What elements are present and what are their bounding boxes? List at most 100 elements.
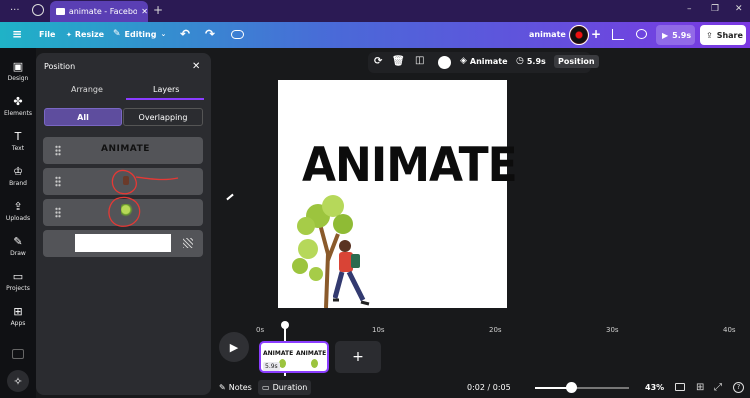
comment-icon[interactable] [636,29,647,39]
play-icon: ▶ [662,30,669,40]
drag-handle-icon[interactable] [55,145,61,156]
sidebar-item-uploads[interactable]: ⇪ Uploads [0,200,36,222]
fullscreen-icon[interactable]: ⤢ [714,382,722,393]
playback-time: 0:02 / 0:05 [467,383,511,392]
resize-label: Resize [74,30,105,39]
help-icon[interactable]: ? [733,382,744,393]
color-swatch[interactable] [438,56,451,69]
avatar[interactable] [569,25,589,45]
sidebar-item-text[interactable]: T Text [0,130,36,152]
filter-all[interactable]: All [44,108,122,126]
position-button[interactable]: Position [554,55,599,68]
design-page[interactable]: ANIMATE [278,80,518,308]
projects-icon: ▭ [12,270,24,283]
add-page-button[interactable]: + [335,341,381,373]
zoom-percent[interactable]: 43% [645,383,664,392]
sidebar-item-projects[interactable]: ▭ Projects [0,270,36,292]
sidebar-item-label: Apps [10,320,26,327]
uploads-icon: ⇪ [13,200,23,213]
drag-handle-icon[interactable] [55,176,61,187]
redo-icon[interactable]: ↷ [205,27,215,41]
add-collaborator-icon[interactable]: + [591,27,601,41]
undo-icon[interactable]: ↶ [180,27,190,41]
tick-label: 20s [489,326,502,334]
film-icon: ▭ [262,383,270,392]
transparency-icon [183,238,193,248]
tick-label: 30s [606,326,619,334]
cloud-save-icon[interactable] [231,30,244,39]
window-menu-icon[interactable]: ··· [10,5,24,17]
share-label: Share [716,30,743,40]
resize-button[interactable]: ✦ Resize [66,30,104,39]
design-icon: ▣ [12,60,24,73]
timing-button[interactable]: ◷ 5.9s [516,56,546,66]
play-icon: ▶ [229,340,239,354]
tab-arrange[interactable]: Arrange [71,85,103,94]
editing-mode-dropdown[interactable]: ✎ Editing ⌄ [113,29,166,39]
home-icon[interactable] [32,4,44,16]
present-button[interactable]: ▶ 5.9s [656,25,695,45]
main-menu-button[interactable]: ≡ [12,27,22,41]
animate-refresh-icon[interactable]: ⟳ [374,56,382,67]
pages-grid-icon[interactable] [675,383,685,391]
minimize-button[interactable]: – [687,4,692,14]
clip-duration-badge: 5.9s [263,362,280,371]
tab-layers[interactable]: Layers [153,85,179,94]
red-annotation-scribble [108,169,179,227]
layer-row-background[interactable] [43,230,203,257]
animate-icon: ◈ [460,56,467,66]
context-toolbar: ⟳ 🗑 ◫ ◈ Animate ◷ 5.9s Position [368,52,599,73]
character-illustration[interactable] [333,238,378,306]
tick-label: 40s [723,326,736,334]
timeline-clip[interactable]: ANIMATE ANIMATE 5.9s [259,341,329,373]
design-title[interactable]: animate [529,30,566,39]
tick-label: 0s [256,326,265,334]
maximize-button[interactable]: ❐ [711,4,719,14]
image-icon[interactable] [12,349,24,359]
clip-thumbnail-text: ANIMATE [296,350,327,357]
animate-button[interactable]: ◈ Animate [460,56,508,66]
play-button[interactable]: ▶ [219,332,249,362]
duration-button[interactable]: ▭ Duration [258,380,312,395]
insights-chart-icon[interactable] [612,29,624,40]
share-button[interactable]: ⇪ Share [700,25,746,45]
close-window-button[interactable]: ✕ [735,4,743,14]
grid-view-icon[interactable]: ⊞ [696,382,704,393]
drag-handle-icon[interactable] [55,207,61,218]
tab-close-icon[interactable]: ✕ [141,7,148,16]
sidebar-item-apps[interactable]: ⊞ Apps [0,305,36,327]
magic-assistant-button[interactable]: ✧ [7,370,29,392]
tick-label: 10s [372,326,385,334]
sidebar-item-brand[interactable]: ♔ Brand [0,165,36,187]
sidebar-item-draw[interactable]: ✎ Draw [0,235,36,257]
brand-icon: ♔ [13,165,23,178]
left-sidebar: ▣ Design ✤ Elements T Text ♔ Brand ⇪ Uploads … [0,48,36,398]
sidebar-item-label: Projects [6,285,30,292]
clip-tree-thumb [279,359,286,368]
close-icon[interactable]: ✕ [192,61,200,72]
sidebar-item-design[interactable]: ▣ Design [0,60,36,82]
headline-text[interactable]: ANIMATE [302,138,518,193]
timing-label: 5.9s [526,56,546,66]
file-menu[interactable]: File [39,30,55,39]
sidebar-item-elements[interactable]: ✤ Elements [0,95,36,117]
animate-label: Animate [469,56,508,66]
trash-icon[interactable]: 🗑 [392,56,405,67]
filter-overlapping-label: Overlapping [138,112,188,122]
browser-tab[interactable]: animate - Faceboo... ✕ [50,1,148,22]
zoom-slider-thumb[interactable] [566,382,577,393]
flip-icon[interactable]: ◫ [415,55,424,66]
new-tab-button[interactable]: + [153,3,163,17]
sidebar-item-label: Design [7,75,29,82]
browser-tab-bar: ··· animate - Faceboo... ✕ + – ❐ ✕ [0,0,750,22]
filter-overlapping[interactable]: Overlapping [123,108,203,126]
layer-text-preview: ANIMATE [101,144,150,154]
notes-button[interactable]: ✎ Notes [219,383,252,392]
clip-thumbnail-text: ANIMATE [263,350,294,357]
draw-icon: ✎ [13,235,23,248]
clock-icon: ◷ [516,56,524,66]
notes-icon: ✎ [219,383,226,392]
editing-label: Editing [124,29,157,39]
duration-label: Duration [272,383,308,392]
sidebar-item-label: Text [11,145,25,152]
